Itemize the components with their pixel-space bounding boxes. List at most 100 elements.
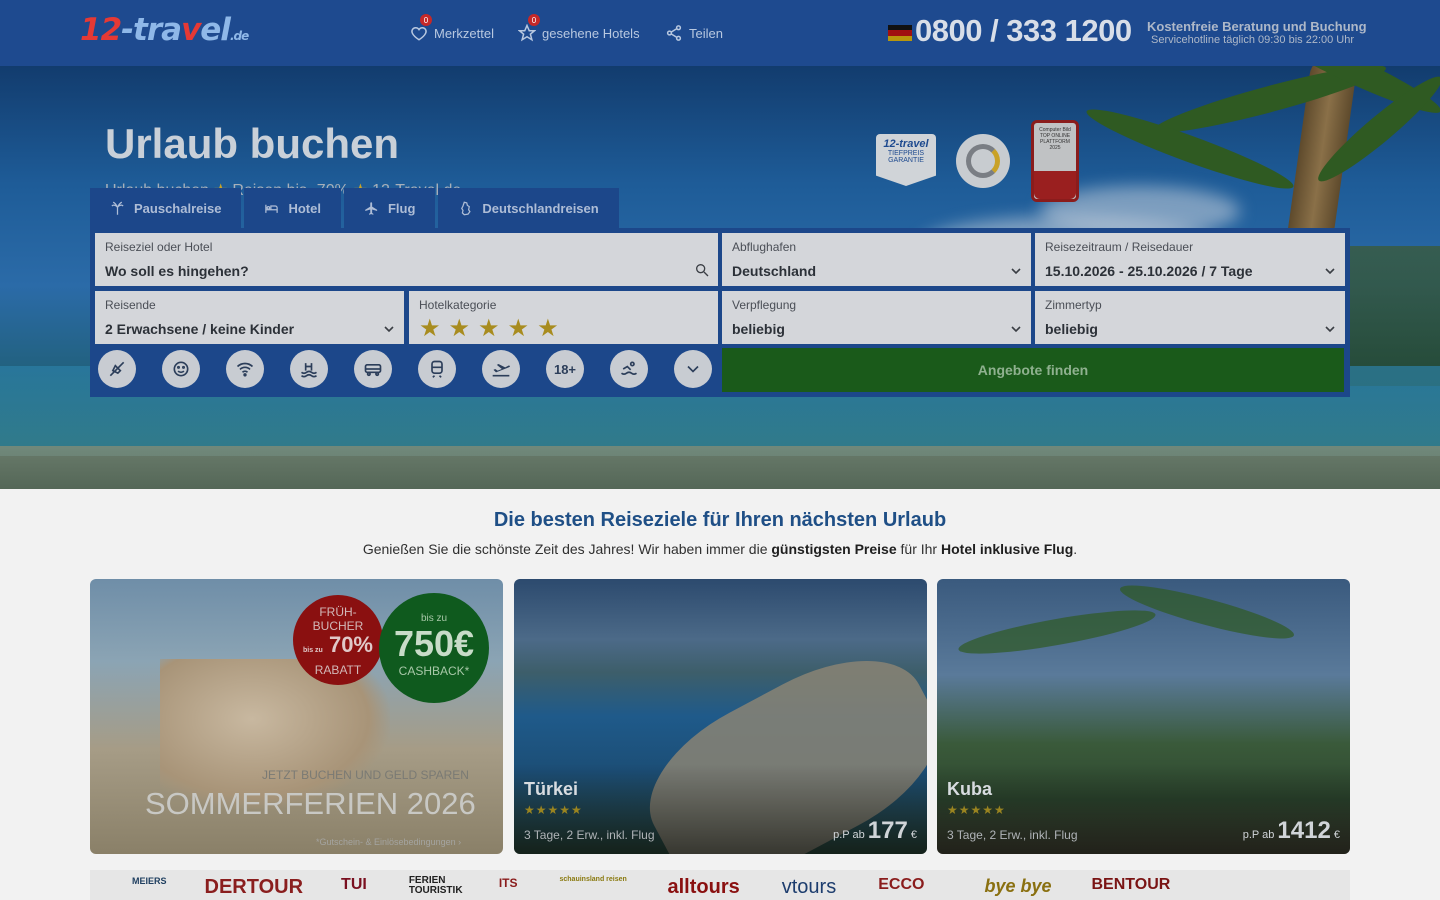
- pool-icon: [301, 363, 317, 378]
- palm-icon: [111, 201, 124, 215]
- promo-conditions-link[interactable]: *Gutschein- & Einlösebedingungen ›: [316, 837, 461, 847]
- destination-card-kuba[interactable]: Kuba ★★★★★ 3 Tage, 2 Erw., inkl. Flug p.…: [937, 579, 1350, 854]
- share-label: Teilen: [689, 25, 723, 41]
- promo-tagline: JETZT BUCHEN UND GELD SPAREN: [262, 768, 469, 782]
- train-icon: [431, 360, 443, 378]
- chevron-down-icon: [1325, 268, 1335, 275]
- adults-only-filter[interactable]: 18+: [546, 350, 584, 388]
- star-icon[interactable]: ★: [419, 317, 441, 341]
- star-icon[interactable]: ★: [478, 317, 500, 341]
- brand-logo: bye bye: [984, 876, 1052, 896]
- no-pets-filter[interactable]: [98, 350, 136, 388]
- brand-logo: vtours: [781, 876, 837, 898]
- tab-deutschlandreisen[interactable]: Deutschlandreisen: [438, 188, 619, 228]
- promo-headline: SOMMERFERIEN 2026: [145, 786, 476, 821]
- brand-logo: BENTOUR: [1091, 876, 1171, 893]
- bed-icon: [265, 204, 279, 213]
- tab-flug[interactable]: Flug: [343, 188, 436, 228]
- brand-logo: ECCO: [878, 876, 925, 893]
- seen-hotels-label: gesehene Hotels: [542, 25, 640, 41]
- train-filter[interactable]: [418, 350, 456, 388]
- no-pets-icon: [109, 361, 125, 377]
- tab-pauschalreise[interactable]: Pauschalreise: [90, 188, 242, 228]
- destination-name: Türkei: [524, 779, 579, 799]
- quality-seal-badge[interactable]: [956, 134, 1010, 188]
- german-flag-icon: [888, 25, 912, 41]
- brand-logo: TUI: [341, 876, 367, 893]
- heart-icon: [411, 26, 427, 41]
- wifi-filter[interactable]: [226, 350, 264, 388]
- quick-filters: 18+: [98, 350, 712, 388]
- hotline-title: Kostenfreie Beratung und Buchung: [1147, 19, 1367, 34]
- top-header: 12-travel.de 0 Merkzettel 0 gesehene Hot…: [0, 0, 1440, 66]
- travelers-select[interactable]: Reisende 2 Erwachsene / keine Kinder: [95, 291, 404, 344]
- seen-hotels-count: 0: [528, 14, 540, 26]
- more-filters-button[interactable]: [674, 350, 712, 388]
- tab-hotel[interactable]: Hotel: [244, 188, 341, 228]
- transfer-filter[interactable]: [354, 350, 392, 388]
- pool-filter[interactable]: [290, 350, 328, 388]
- hotline-hours: Servicehotline täglich 09:30 bis 22:00 U…: [1151, 34, 1355, 46]
- hotline-info: Kostenfreie Beratung und Buchung Service…: [1147, 19, 1367, 46]
- share-link[interactable]: Teilen: [665, 24, 723, 42]
- site-logo[interactable]: 12-travel.de: [80, 12, 249, 48]
- beach-icon: [621, 361, 637, 375]
- chevron-down-icon: [687, 365, 699, 373]
- star-icon[interactable]: ★: [537, 317, 559, 341]
- brand-logo: FERIEN TOURISTIK: [408, 875, 463, 896]
- destination-info: 3 Tage, 2 Erw., inkl. Flug: [524, 828, 655, 842]
- star-icon[interactable]: ★: [449, 317, 471, 341]
- flight-filter[interactable]: [482, 350, 520, 388]
- cashback-badge: bis zu 750€ CASHBACK*: [379, 593, 489, 703]
- computerbild-award-badge[interactable]: Computer Bild TOP ONLINE PLATTFORM 2025: [1031, 120, 1079, 202]
- page-title: Urlaub buchen: [105, 120, 400, 167]
- brand-logo: ITS: [498, 876, 518, 890]
- chevron-right-icon: ›: [458, 837, 462, 847]
- bus-icon: [364, 364, 382, 377]
- seen-hotels-link[interactable]: 0 gesehene Hotels: [518, 14, 640, 42]
- hotel-category-field: Hotelkategorie ★ ★ ★ ★ ★: [409, 291, 718, 344]
- destination-card-tuerkei[interactable]: Türkei ★★★★★ 3 Tage, 2 Erw., inkl. Flug …: [514, 579, 927, 854]
- destination-input[interactable]: Wo soll es hingehen?: [105, 263, 708, 279]
- brand-logo: schauinsland reisen: [559, 876, 627, 883]
- brand-logo: MEIERS: [132, 876, 167, 886]
- chevron-down-icon: [1011, 268, 1021, 275]
- chevron-down-icon: [1325, 326, 1335, 333]
- beach-filter[interactable]: [610, 350, 648, 388]
- merkzettel-label: Merkzettel: [434, 25, 494, 41]
- smiley-icon: [173, 361, 189, 377]
- destination-price: p.P ab 1412 €: [1242, 817, 1340, 844]
- meals-select[interactable]: Verpflegung beliebig: [722, 291, 1031, 344]
- hotel-category-stars[interactable]: ★ ★ ★ ★ ★: [419, 317, 708, 341]
- star-icon[interactable]: ★: [508, 317, 530, 341]
- section-subtitle: Genießen Sie die schönste Zeit des Jahre…: [362, 541, 1078, 557]
- hotline-number[interactable]: 0800 / 333 1200: [915, 13, 1132, 49]
- destination-stars: ★★★★★: [947, 803, 1006, 817]
- destination-price: p.P ab 177 €: [833, 817, 917, 844]
- merkzettel-count: 0: [420, 14, 432, 26]
- flight-icon: [492, 364, 510, 377]
- search-icon[interactable]: [694, 262, 710, 278]
- brand-logo: alltours: [667, 876, 740, 898]
- merkzettel-link[interactable]: 0 Merkzettel: [410, 14, 494, 42]
- chevron-down-icon: [384, 326, 394, 333]
- travel-period-select[interactable]: Reisezeitraum / Reisedauer 15.10.2026 - …: [1035, 233, 1345, 286]
- room-type-select[interactable]: Zimmertyp beliebig: [1035, 291, 1345, 344]
- brand-logo: DERTOUR: [204, 876, 304, 898]
- promo-card-sommerferien[interactable]: FRÜH- BUCHER bis zu 70% RABATT bis zu 75…: [90, 579, 503, 854]
- plane-icon: [365, 201, 378, 215]
- destination-info: 3 Tage, 2 Erw., inkl. Flug: [947, 828, 1078, 842]
- search-tabs: Pauschalreise Hotel Flug Deutschlandreis…: [90, 188, 619, 228]
- wifi-icon: [236, 362, 254, 377]
- tiefpreis-garantie-badge[interactable]: 12-travel TIEFPREIS GARANTIE: [876, 134, 936, 186]
- submit-search-button[interactable]: Angebote finden: [722, 348, 1344, 392]
- destination-stars: ★★★★★: [524, 803, 583, 817]
- chevron-down-icon: [1011, 326, 1021, 333]
- fruehbucher-badge: FRÜH- BUCHER bis zu 70% RABATT: [293, 595, 383, 685]
- star-outline-icon: [518, 24, 536, 42]
- germany-map-icon: [461, 201, 472, 215]
- destination-field[interactable]: Reiseziel oder Hotel Wo soll es hingehen…: [95, 233, 718, 286]
- tour-operator-logos: MEIERS DERTOUR TUI FERIEN TOURISTIK ITS …: [90, 870, 1350, 900]
- airport-select[interactable]: Abflughafen Deutschland: [722, 233, 1031, 286]
- family-filter[interactable]: [162, 350, 200, 388]
